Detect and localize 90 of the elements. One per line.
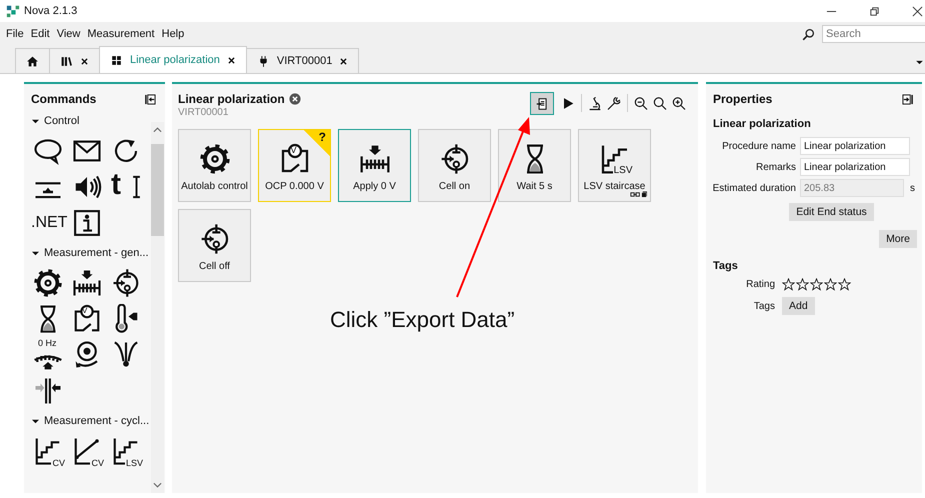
scrollbar[interactable] [151,122,164,493]
close-icon[interactable] [339,56,348,66]
zoom-icon [652,95,668,112]
tab[interactable] [15,48,50,73]
ruler-arrow-icon [358,143,390,175]
procedure-subtitle: VIRT00001 [178,107,230,118]
scroll-thumb[interactable] [151,144,164,236]
ruler-arc-icon [33,354,63,370]
menu-item[interactable]: File [6,28,24,40]
menu-item[interactable]: Measurement [87,28,155,40]
voltmeter-icon [72,304,102,334]
panel-title: Properties [713,92,772,106]
home-icon [26,54,39,68]
group-header[interactable]: Measurement - cycl... [24,412,150,430]
microscope-icon [587,95,603,112]
command-button[interactable]: CV [69,434,105,468]
collapse-panel-icon[interactable] [145,94,156,104]
command-button[interactable]: .NET [30,206,66,240]
cell-icon [438,143,470,175]
zoom-out-icon [633,95,649,112]
electrodes-arrow-icon [33,376,63,406]
tab[interactable]: VIRT00001 [246,48,360,73]
input-field[interactable]: Linear polarization [800,137,910,155]
link-icon [630,191,647,198]
expand-panel-icon[interactable] [902,94,913,104]
field-label: Remarks [754,162,796,172]
ruler-arrow-icon [72,268,102,298]
text-cursor-icon [132,175,140,199]
tab[interactable]: Linear polarization [99,46,247,73]
command-button[interactable]: CV [30,434,66,468]
export-data-button[interactable] [530,92,554,115]
field-label: Rating [745,279,775,290]
panel-title: Commands [31,92,96,106]
scroll-up-icon[interactable] [153,127,162,133]
close-icon[interactable] [912,6,923,16]
input-field[interactable]: Linear polarization [800,158,910,176]
wrench-icon [606,95,622,112]
group-header[interactable]: Control [24,112,80,130]
procedure-title: Linear polarization [178,92,285,106]
star-icon[interactable] [796,278,809,291]
procedure-step[interactable]: LSV LSV staircase [578,129,651,202]
section-title: Linear polarization [712,117,812,132]
procedure-step[interactable]: Autolab control [178,129,251,202]
expanded-caret-icon [32,418,39,424]
warning-badge: ? [304,130,330,156]
star-icon[interactable] [782,278,795,291]
add-tag-button[interactable]: Add [782,297,815,315]
expanded-caret-icon [32,250,39,256]
info-icon [72,208,102,238]
search-field[interactable]: Search [822,25,925,43]
star-icon[interactable] [810,278,823,291]
close-icon[interactable] [80,56,89,66]
more-button[interactable]: More [879,230,917,248]
cell-icon [198,223,230,255]
procedure-step[interactable]: Cell on [418,129,491,202]
cell-icon [111,268,141,298]
field-label: Procedure name [721,140,796,152]
expanded-caret-icon [32,118,39,124]
star-icon[interactable] [838,278,851,291]
procedure-step[interactable]: Cell off [178,209,251,282]
gear-icon [198,143,230,175]
star-icon[interactable] [824,278,837,291]
command-button[interactable]: 0 Hz [30,338,66,372]
restore-icon[interactable] [869,6,880,16]
grid-icon [110,54,123,66]
annotation-text: Click ”Export Data” [330,307,515,333]
search-icon [802,28,815,40]
section-title: Tags [712,259,739,274]
field-label: Estimated duration [712,182,796,194]
command-button[interactable]: LSV [108,434,144,468]
export-icon [535,96,549,110]
close-icon[interactable] [288,93,301,105]
close-icon[interactable] [226,56,236,64]
window-title: Nova 2.1.3 [24,5,78,17]
group-header[interactable]: Measurement - gen... [24,244,149,262]
app-logo-icon [6,4,20,18]
edit-end-status-button[interactable]: Edit End status [789,203,874,221]
menu-item[interactable]: Edit [30,28,50,40]
unit-label: s [910,182,915,194]
procedure-step[interactable]: Wait 5 s [498,129,571,202]
scroll-down-icon[interactable] [153,482,162,488]
menu-item[interactable]: View [56,28,80,40]
menu-item[interactable]: Help [162,28,184,40]
books-icon [60,54,73,68]
command-button[interactable]: t [108,170,144,204]
gear-icon [33,268,63,298]
field-label: Tags [752,300,775,312]
zoom-in-icon [671,95,687,112]
dropdown-caret-icon[interactable] [916,60,923,65]
procedure-step[interactable]: Apply 0 V [338,129,411,202]
